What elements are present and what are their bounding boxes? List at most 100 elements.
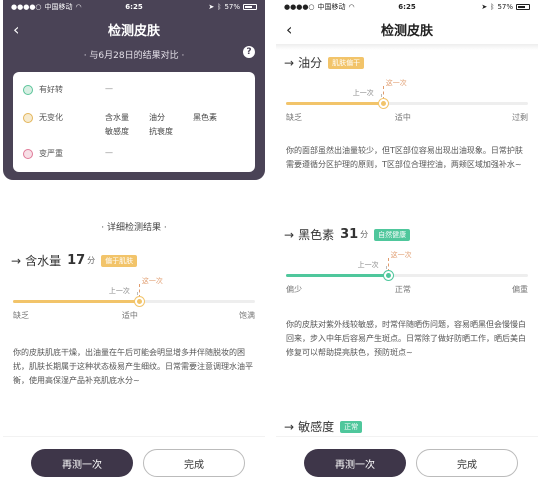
oil-description: 你的面部虽然出油量较少，但T区部位容易出现出油现象。日常护肤需要遵循分区护理的原…	[286, 146, 523, 169]
melanin-gauge: 这一次 上一次 偏少 正常 偏重	[286, 251, 528, 294]
last-time-label: 上一次	[352, 89, 374, 97]
battery-percent: 57%	[497, 3, 513, 11]
gauge-fill	[286, 274, 388, 277]
last-time-label: 上一次	[357, 261, 379, 269]
bluetooth-icon: ᛒ	[217, 3, 222, 11]
metric-name: 油分	[298, 56, 323, 70]
done-button[interactable]: 完成	[416, 449, 518, 477]
compare-item: 油分	[149, 113, 165, 122]
bottom-action-bar: 再测一次 完成	[3, 436, 265, 486]
retest-button[interactable]: 再测一次	[31, 449, 133, 477]
page-title: 检测皮肤	[380, 23, 433, 39]
compare-empty: —	[105, 84, 113, 93]
compare-date-text: · 与6月28日的结果对比 ·	[83, 51, 185, 61]
metric-name: 黑色素	[298, 228, 335, 242]
help-icon[interactable]: ?	[243, 46, 255, 58]
tick-mid: 正常	[394, 285, 411, 294]
wifi-icon: ◠	[348, 3, 355, 11]
tick-mid: 适中	[394, 113, 411, 122]
unchanged-items: 含水量 油分 黑色素 敏感度 抗衰度	[105, 112, 237, 137]
metric-header-melanin: → 黑色素 31 分 自然健康	[284, 226, 411, 243]
metric-header-sensitivity: → 敏感度 正常	[284, 418, 363, 435]
compare-item: 黑色素	[193, 113, 217, 122]
compare-item: 含水量	[105, 113, 129, 122]
battery-icon	[243, 4, 257, 10]
metric-score: 31	[340, 227, 359, 242]
left-phone-screen: ●●●●○ 中国移动 ◠ 6:25 ➤ ᛒ 57% ‹ 检测皮肤 · 与6月28…	[3, 0, 265, 486]
melanin-description: 你的皮肤对紫外线较敏感，时常伴随晒伤问题，容易晒黑但会慢慢白回来，步入中年后容易…	[286, 320, 526, 357]
status-bar: ●●●●○ 中国移动 ◠ 6:25 ➤ ᛒ 57%	[3, 0, 265, 14]
arrow-icon: →	[284, 419, 295, 434]
nav-bar: ‹ 检测皮肤	[3, 14, 265, 44]
moisture-gauge: 这一次 上一次 缺乏 适中 饱满	[13, 277, 255, 320]
compare-card: 有好转 — 无变化 含水量 油分 黑色素 敏感度 抗衰度 变严重 —	[13, 72, 255, 172]
gauge-knob	[134, 297, 144, 306]
signal-icon: ●●●●○	[284, 3, 315, 11]
back-chevron-icon[interactable]: ‹	[13, 20, 19, 39]
location-icon: ➤	[481, 3, 488, 11]
metric-unit: 分	[87, 256, 96, 265]
compare-row-worse: 变严重 —	[23, 148, 245, 159]
metric-score: 17	[67, 253, 86, 268]
tick-high: 过剩	[512, 113, 528, 122]
back-chevron-icon[interactable]: ‹	[286, 20, 292, 39]
metric-tag: 自然健康	[374, 228, 411, 241]
metric-tag: 肌肤偏干	[328, 56, 365, 69]
arrow-icon: →	[284, 227, 295, 242]
compare-label: 有好转	[39, 85, 63, 94]
compare-item: 敏感度	[105, 127, 129, 136]
metric-name: 含水量	[25, 254, 62, 268]
tick-low: 偏少	[286, 285, 302, 294]
gauge-knob	[378, 99, 388, 108]
battery-icon	[516, 4, 530, 10]
gauge-fill	[286, 102, 383, 105]
compare-label: 变严重	[39, 149, 63, 158]
metric-header-oil: → 油分 肌肤偏干	[284, 54, 365, 71]
improved-dot-icon	[23, 85, 33, 95]
page-title: 检测皮肤	[107, 23, 160, 39]
tick-low: 缺乏	[13, 311, 29, 320]
worse-dot-icon	[23, 149, 33, 159]
this-time-label: 这一次	[141, 277, 163, 285]
carrier-label: 中国移动	[44, 3, 73, 11]
metric-description: 你的皮肤肌底干燥，出油量在午后可能会明显增多并伴随脱妆的困扰，肌肤长期属于这种状…	[13, 348, 253, 385]
signal-icon: ●●●●○	[11, 3, 42, 11]
battery-percent: 57%	[224, 3, 240, 11]
compare-label: 无变化	[39, 113, 63, 122]
metric-tag: 正常	[340, 420, 363, 433]
unchanged-dot-icon	[23, 113, 33, 123]
tick-low: 缺乏	[286, 113, 302, 122]
metric-unit: 分	[360, 230, 369, 239]
arrow-icon: →	[11, 253, 22, 268]
compare-item: 抗衰度	[149, 127, 173, 136]
nav-divider	[276, 44, 538, 50]
bluetooth-icon: ᛒ	[490, 3, 495, 11]
retest-button[interactable]: 再测一次	[304, 449, 406, 477]
this-time-marker	[387, 258, 389, 272]
right-phone-screen: ●●●●○ 中国移动 ◠ 6:25 ➤ ᛒ 57% ‹ 检测皮肤 → 油分 肌肤…	[276, 0, 538, 486]
arrow-icon: →	[284, 55, 295, 70]
detail-section-title: · 详细检测结果 ·	[101, 223, 167, 233]
nav-bar: ‹ 检测皮肤	[276, 14, 538, 44]
tick-mid: 适中	[121, 311, 138, 320]
compare-empty: —	[105, 148, 113, 157]
metric-name: 敏感度	[298, 420, 335, 434]
gauge-fill	[13, 300, 139, 303]
done-button[interactable]: 完成	[143, 449, 245, 477]
metric-tag: 偏于肌肤	[101, 254, 138, 267]
location-icon: ➤	[208, 3, 215, 11]
tick-high: 偏重	[512, 285, 528, 294]
this-time-marker	[382, 86, 384, 100]
oil-gauge: 这一次 上一次 缺乏 适中 过剩	[286, 79, 528, 122]
status-bar: ●●●●○ 中国移动 ◠ 6:25 ➤ ᛒ 57%	[276, 0, 538, 14]
tick-high: 饱满	[239, 311, 255, 320]
wifi-icon: ◠	[75, 3, 82, 11]
compare-row-improved: 有好转 —	[23, 84, 245, 95]
this-time-label: 这一次	[390, 251, 412, 259]
last-time-label: 上一次	[108, 287, 130, 295]
this-time-label: 这一次	[385, 79, 407, 87]
compare-row-unchanged: 无变化 含水量 油分 黑色素 敏感度 抗衰度	[23, 112, 245, 137]
this-time-marker	[138, 284, 140, 298]
gauge-knob	[383, 271, 393, 280]
carrier-label: 中国移动	[317, 3, 346, 11]
